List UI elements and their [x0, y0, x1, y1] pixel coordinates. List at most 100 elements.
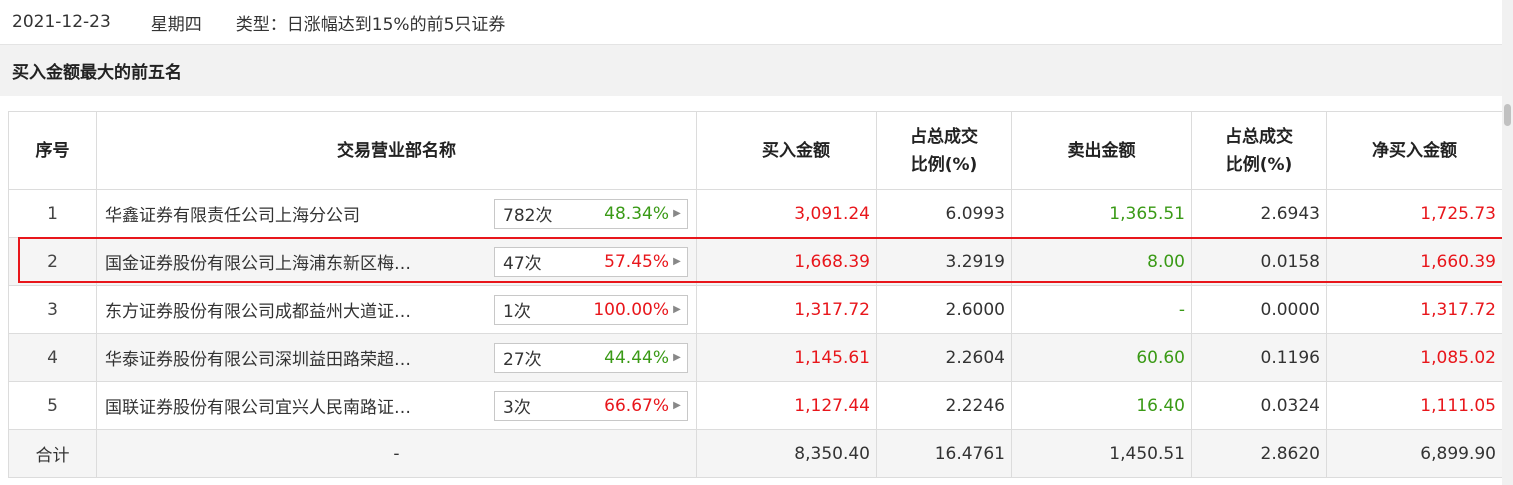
row-buy: 1,145.61 — [696, 333, 877, 382]
dept-name: 华泰证券股份有限公司深圳益田路荣超… — [105, 350, 411, 370]
top-buyers-table: 序号 交易营业部名称 买入金额 占总成交 比例(%) 卖出金额 占总成交 比例(… — [8, 111, 1503, 478]
trade-count: 47次 — [503, 254, 542, 274]
total-sell: 1,450.51 — [1011, 429, 1192, 478]
header-sell-ratio-line2: 比例(%) — [1225, 154, 1293, 175]
trade-stats-tag[interactable]: 27次 44.44% ▶ — [494, 342, 688, 373]
trade-count: 782次 — [503, 206, 553, 226]
header-dept: 交易营业部名称 — [96, 111, 697, 190]
trade-count: 3次 — [503, 398, 531, 418]
table-row: 5 国联证券股份有限公司宜兴人民南路证… 3次 66.67% ▶ 1,127.4… — [8, 381, 1503, 430]
header-buy-ratio: 占总成交 比例(%) — [876, 111, 1012, 190]
total-label: 合计 — [8, 429, 97, 478]
row-net: 1,317.72 — [1326, 285, 1503, 334]
row-sell-ratio: 2.6943 — [1191, 189, 1327, 238]
row-rank: 4 — [8, 333, 97, 382]
row-rank: 1 — [8, 189, 97, 238]
row-net: 1,725.73 — [1326, 189, 1503, 238]
triangle-right-icon: ▶ — [673, 400, 681, 411]
row-buy: 1,668.39 — [696, 237, 877, 286]
header-rank: 序号 — [8, 111, 97, 190]
dept-name: 华鑫证券有限责任公司上海分公司 — [105, 206, 360, 226]
triangle-right-icon: ▶ — [673, 256, 681, 267]
row-sell: 8.00 — [1011, 237, 1192, 286]
row-sell: 16.40 — [1011, 381, 1192, 430]
row-sell-ratio: 0.1196 — [1191, 333, 1327, 382]
row-sell: - — [1011, 285, 1192, 334]
row-rank: 2 — [8, 237, 97, 286]
total-buy-ratio: 16.4761 — [876, 429, 1012, 478]
table-row: 3 东方证券股份有限公司成都益州大道证… 1次 100.00% ▶ 1,317.… — [8, 285, 1503, 334]
header-sell-ratio-line1: 占总成交 — [1225, 126, 1293, 147]
dept-name-link[interactable]: 国联证券股份有限公司宜兴人民南路证… — [105, 382, 488, 429]
win-rate: 57.45% — [604, 251, 669, 272]
trade-stats-tag[interactable]: 3次 66.67% ▶ — [494, 390, 688, 421]
top-buyers-table-wrap: 序号 交易营业部名称 买入金额 占总成交 比例(%) 卖出金额 占总成交 比例(… — [8, 111, 1503, 478]
row-rank: 3 — [8, 285, 97, 334]
dept-name-link[interactable]: 国金证券股份有限公司上海浦东新区梅… — [105, 238, 488, 285]
trade-stats-tag[interactable]: 782次 48.34% ▶ — [494, 198, 688, 229]
header-sell-ratio: 占总成交 比例(%) — [1191, 111, 1327, 190]
total-buy: 8,350.40 — [696, 429, 877, 478]
row-dept-cell: 国联证券股份有限公司宜兴人民南路证… 3次 66.67% ▶ — [96, 381, 697, 430]
header-net: 净买入金额 — [1326, 111, 1503, 190]
win-rate: 44.44% — [604, 347, 669, 368]
header-sell: 卖出金额 — [1011, 111, 1192, 190]
total-row: 合计 - 8,350.40 16.4761 1,450.51 2.8620 6,… — [8, 429, 1503, 478]
dept-name-link[interactable]: 华鑫证券有限责任公司上海分公司 — [105, 190, 488, 237]
header-buy-ratio-line1: 占总成交 — [910, 126, 978, 147]
trade-stats-tag[interactable]: 1次 100.00% ▶ — [494, 294, 688, 325]
table-row: 2 国金证券股份有限公司上海浦东新区梅… 47次 57.45% ▶ 1,668.… — [8, 237, 1503, 286]
row-buy-ratio: 3.2919 — [876, 237, 1012, 286]
triangle-right-icon: ▶ — [673, 304, 681, 315]
header-buy: 买入金额 — [696, 111, 877, 190]
weekday: 星期四 — [150, 14, 202, 35]
row-buy-ratio: 2.6000 — [876, 285, 1012, 334]
row-sell-ratio: 0.0324 — [1191, 381, 1327, 430]
row-sell: 1,365.51 — [1011, 189, 1192, 238]
trade-count: 27次 — [503, 350, 542, 370]
win-rate: 100.00% — [593, 299, 669, 320]
row-dept-cell: 华鑫证券有限责任公司上海分公司 782次 48.34% ▶ — [96, 189, 697, 238]
list-type: 类型：日涨幅达到15%的前5只证券 — [235, 14, 506, 35]
row-sell-ratio: 0.0000 — [1191, 285, 1327, 334]
row-rank: 5 — [8, 381, 97, 430]
row-buy-ratio: 6.0993 — [876, 189, 1012, 238]
row-buy-ratio: 2.2246 — [876, 381, 1012, 430]
dept-name-link[interactable]: 东方证券股份有限公司成都益州大道证… — [105, 286, 488, 333]
trade-count: 1次 — [503, 302, 531, 322]
scrollbar-thumb[interactable] — [1504, 104, 1511, 126]
row-net: 1,660.39 — [1326, 237, 1503, 286]
dept-name: 国联证券股份有限公司宜兴人民南路证… — [105, 398, 411, 418]
header-buy-ratio-line2: 比例(%) — [910, 154, 978, 175]
dept-name: 东方证券股份有限公司成都益州大道证… — [105, 302, 411, 322]
table-header-row: 序号 交易营业部名称 买入金额 占总成交 比例(%) 卖出金额 占总成交 比例(… — [8, 111, 1503, 190]
row-buy-ratio: 2.2604 — [876, 333, 1012, 382]
row-buy: 1,317.72 — [696, 285, 877, 334]
table-row: 1 华鑫证券有限责任公司上海分公司 782次 48.34% ▶ 3,091.24… — [8, 189, 1503, 238]
triangle-right-icon: ▶ — [673, 352, 681, 363]
win-rate: 48.34% — [604, 203, 669, 224]
row-buy: 3,091.24 — [696, 189, 877, 238]
row-sell: 60.60 — [1011, 333, 1192, 382]
info-bar: 2021-12-23 星期四 类型：日涨幅达到15%的前5只证券 — [0, 0, 1500, 44]
total-net: 6,899.90 — [1326, 429, 1503, 478]
trade-stats-tag[interactable]: 47次 57.45% ▶ — [494, 246, 688, 277]
triangle-right-icon: ▶ — [673, 208, 681, 219]
row-net: 1,085.02 — [1326, 333, 1503, 382]
table-row: 4 华泰证券股份有限公司深圳益田路荣超… 27次 44.44% ▶ 1,145.… — [8, 333, 1503, 382]
win-rate: 66.67% — [604, 395, 669, 416]
total-sell-ratio: 2.8620 — [1191, 429, 1327, 478]
row-dept-cell: 华泰证券股份有限公司深圳益田路荣超… 27次 44.44% ▶ — [96, 333, 697, 382]
row-dept-cell: 国金证券股份有限公司上海浦东新区梅… 47次 57.45% ▶ — [96, 237, 697, 286]
total-dept: - — [96, 429, 697, 478]
section-title: 买入金额最大的前五名 — [12, 63, 182, 83]
row-dept-cell: 东方证券股份有限公司成都益州大道证… 1次 100.00% ▶ — [96, 285, 697, 334]
row-sell-ratio: 0.0158 — [1191, 237, 1327, 286]
dept-name-link[interactable]: 华泰证券股份有限公司深圳益田路荣超… — [105, 334, 488, 381]
row-buy: 1,127.44 — [696, 381, 877, 430]
dept-name: 国金证券股份有限公司上海浦东新区梅… — [105, 254, 411, 274]
scrollbar-track[interactable] — [1502, 0, 1513, 485]
row-net: 1,111.05 — [1326, 381, 1503, 430]
section-header: 买入金额最大的前五名 — [0, 44, 1502, 96]
trade-date: 2021-12-23 — [12, 12, 111, 32]
